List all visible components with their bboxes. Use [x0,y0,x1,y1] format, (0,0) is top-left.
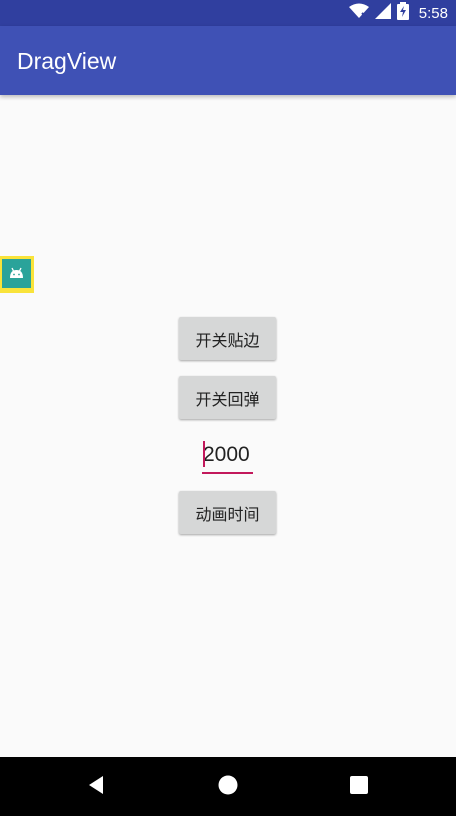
duration-field[interactable] [202,438,253,474]
home-button[interactable] [213,772,243,802]
text-caret [203,441,205,467]
status-icons: 5:58 [348,0,448,26]
toggle-edge-button[interactable]: 开关贴边 [179,317,276,360]
back-icon [86,775,106,799]
app-bar: DragView [0,26,456,95]
cell-signal-icon [374,3,391,23]
drag-view-fill [2,259,31,288]
back-button[interactable] [81,772,111,802]
recents-icon [349,775,369,799]
recents-button[interactable] [344,772,374,802]
animation-time-button[interactable]: 动画时间 [179,491,276,534]
duration-input[interactable] [202,438,253,474]
status-time: 5:58 [418,4,448,22]
home-icon [218,775,238,799]
battery-charging-icon [396,2,409,24]
wifi-icon [348,3,369,23]
app-title: DragView [17,48,117,74]
android-icon [2,267,31,292]
nav-bar [0,757,456,816]
toggle-rebound-button[interactable]: 开关回弹 [179,376,276,419]
status-bar: 5:58 [0,0,456,26]
drag-view[interactable] [0,256,34,293]
